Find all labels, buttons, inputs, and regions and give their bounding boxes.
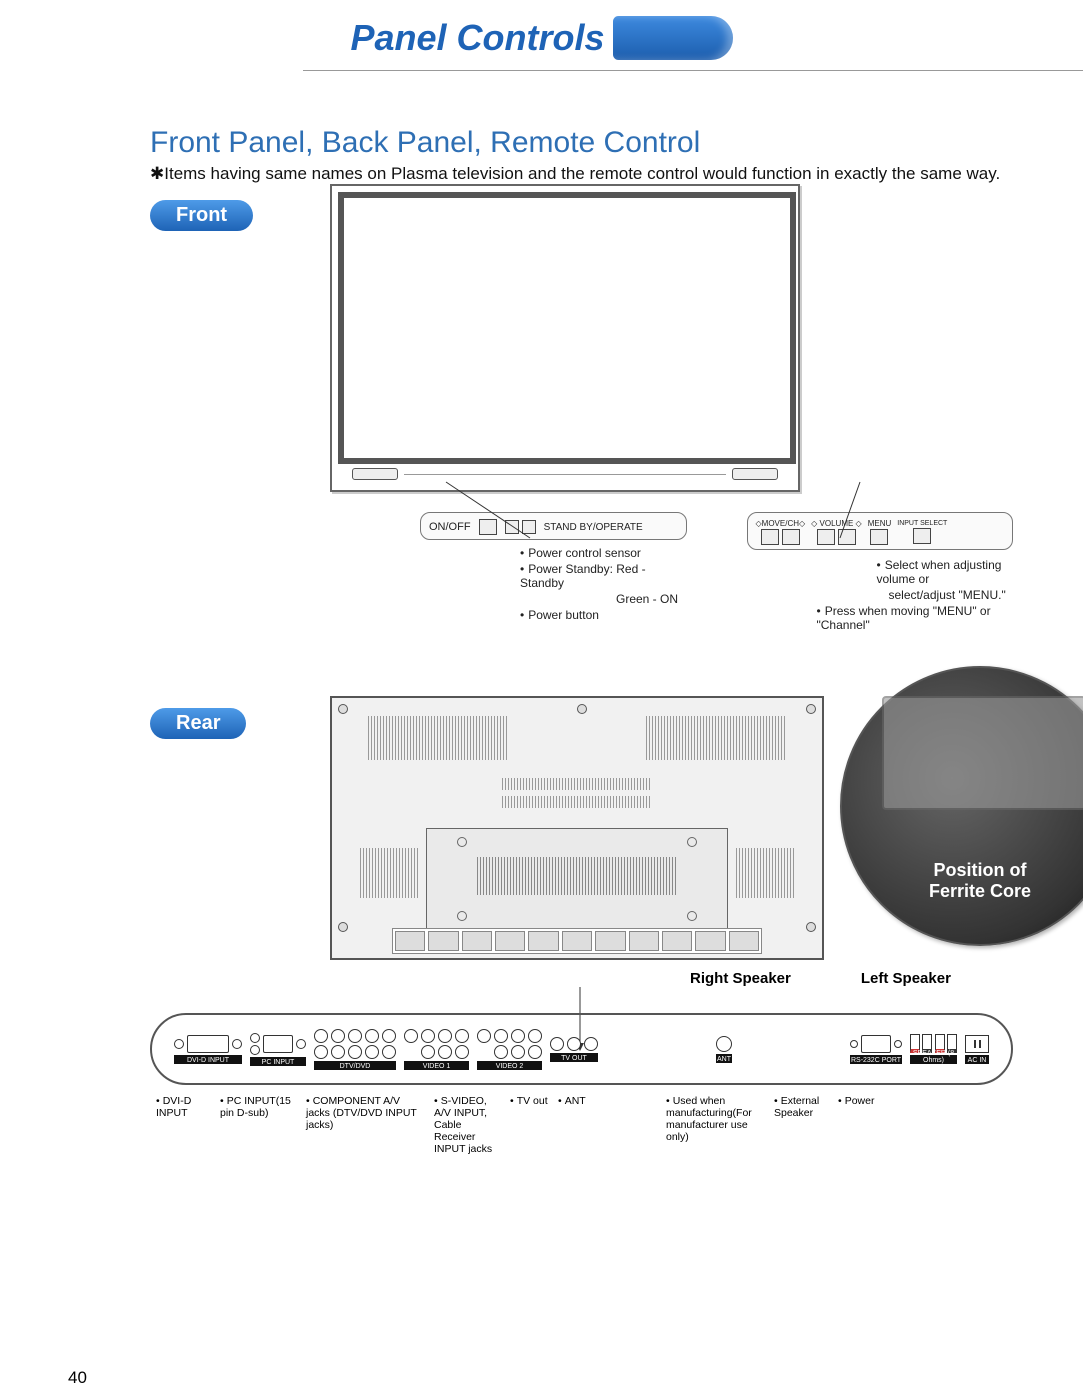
- right-speaker-label: Right Speaker: [690, 970, 791, 987]
- front-button-area: [732, 468, 778, 480]
- callout-power-btn: Power button: [520, 608, 687, 622]
- page-title: Panel Controls: [350, 17, 604, 59]
- menu-btn: [870, 529, 888, 545]
- tvout-port: TV OUT: [550, 1037, 598, 1062]
- standby-led-icon: [505, 520, 519, 534]
- vol-btn-up: [838, 529, 856, 545]
- cc-pc: PC INPUT(15 pin D-sub): [220, 1095, 298, 1119]
- cc-ext-spk: External Speaker: [774, 1095, 830, 1119]
- speaker-port: SPEAKER (8 Ohms): [910, 1034, 957, 1064]
- left-speaker-label: Left Speaker: [861, 970, 951, 987]
- sensor-icon: [522, 520, 536, 534]
- rear-pill: Rear: [150, 708, 246, 739]
- volume-label: VOLUME: [820, 519, 854, 528]
- callout-volume-2: select/adjust "MENU.": [889, 588, 1014, 602]
- dvi-port: DVI-D INPUT: [174, 1035, 242, 1064]
- input-select-label: INPUT SELECT: [897, 520, 947, 527]
- video1-port: VIDEO 1: [404, 1029, 469, 1070]
- callout-standby-2: Green - ON: [616, 592, 687, 606]
- vol-btn-down: [817, 529, 835, 545]
- cc-power: Power: [838, 1095, 882, 1107]
- on-off-label: ON/OFF: [429, 521, 471, 533]
- cc-ant: ANT: [558, 1095, 628, 1107]
- menu-label: MENU: [868, 519, 892, 528]
- video2-port: VIDEO 2: [477, 1029, 542, 1070]
- front-left-module: [352, 468, 398, 480]
- rear-cover-plate: [426, 828, 728, 930]
- note: ✱Items having same names on Plasma telev…: [150, 164, 1013, 184]
- rear-connector-strip: [392, 928, 762, 954]
- cc-component: COMPONENT A/V jacks (DTV/DVD INPUT jacks…: [306, 1095, 426, 1131]
- callout-standby: Power Standby: Red - Standby: [520, 562, 687, 590]
- ac-port: AC IN: [965, 1035, 989, 1064]
- rs232-port: RS-232C PORT: [850, 1035, 902, 1064]
- move-btn-left: [761, 529, 779, 545]
- input-select-btn: [913, 528, 931, 544]
- move-btn-right: [782, 529, 800, 545]
- cc-dvi: DVI-D INPUT: [156, 1095, 212, 1119]
- title-ribbon: Panel Controls: [0, 10, 1083, 66]
- front-left-detail: ON/OFF STAND BY/OPERATE Power control se…: [420, 512, 687, 632]
- tv-rear-diagram: [330, 696, 824, 960]
- cc-rs232: Used when manufacturing(For manufacturer…: [666, 1095, 766, 1143]
- tv-screen: [338, 192, 796, 464]
- connector-panel: DVI-D INPUT PC INPUT DTV/DVD: [150, 1013, 1013, 1085]
- move-ch-label: MOVE/CH: [762, 519, 799, 528]
- cc-svideo: S-VIDEO, A/V INPUT, Cable Receiver INPUT…: [434, 1095, 502, 1155]
- ferrite-core-inset: Position of Ferrite Core: [840, 666, 1083, 946]
- component-port: DTV/DVD: [314, 1029, 396, 1070]
- ant-port: ANT: [716, 1036, 732, 1063]
- callout-menu: Press when moving "MENU" or "Channel": [817, 604, 1014, 632]
- ribbon-underline: [303, 70, 1083, 71]
- callout-sensor: Power control sensor: [520, 546, 687, 560]
- standby-label: STAND BY/OPERATE: [544, 522, 643, 533]
- front-pill: Front: [150, 200, 253, 231]
- pc-port: PC INPUT: [250, 1033, 306, 1066]
- page-number: 40: [68, 1368, 87, 1388]
- power-button-icon: [479, 519, 497, 535]
- ribbon-decor: [613, 16, 733, 60]
- tv-front-diagram: [330, 184, 800, 492]
- callout-volume-1: Select when adjusting volume or: [877, 558, 1014, 586]
- front-right-detail: ◇MOVE/CH◇ ◇ VOLUME ◇: [747, 512, 1014, 632]
- section-title: Front Panel, Back Panel, Remote Control: [150, 126, 1013, 160]
- cc-tvout: TV out: [510, 1095, 550, 1107]
